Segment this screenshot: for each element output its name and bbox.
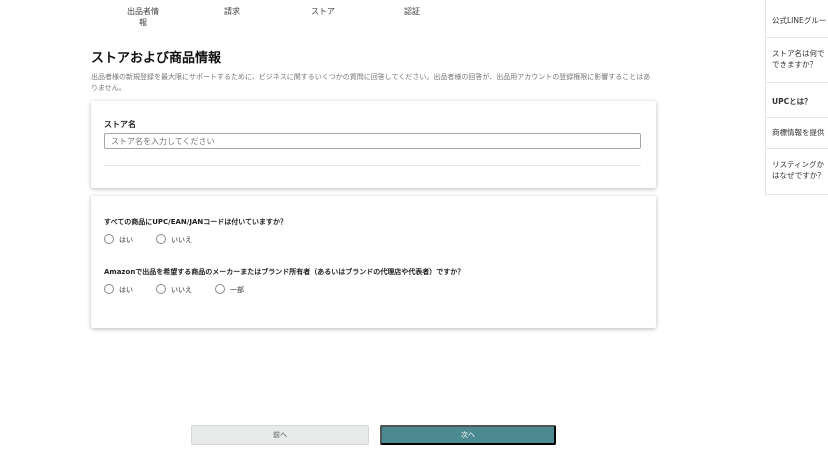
radio-label: いいえ [171, 236, 192, 244]
step-label: 出品者情 報 [127, 7, 159, 27]
sidebar-divider [766, 194, 828, 195]
sidebar-divider [766, 117, 828, 118]
radio-circle-icon[interactable] [104, 284, 114, 294]
step-label: 認証 [404, 7, 420, 16]
card-divider [104, 165, 641, 166]
sidebar-divider [766, 82, 828, 83]
store-name-card: ストア名 [91, 101, 656, 188]
radio-circle-icon[interactable] [215, 284, 225, 294]
step-seller-info[interactable]: 出品者情 報 [122, 6, 164, 28]
previous-button[interactable]: 前へ [191, 425, 369, 445]
step-label: 請求 [224, 7, 240, 16]
radio-label: はい [119, 236, 133, 244]
store-info-page: 出品者情 報 請求 ストア 認証 ストアおよび商品情報 出品者様の新規登録を最大… [0, 0, 828, 466]
sidebar-divider [766, 148, 828, 149]
help-link-listing[interactable]: リスティングか はなぜですか？ [772, 159, 828, 181]
brand-owner-question: Amazonで出品を希望する商品のメーカーまたはブランド所有者（あるいはブランド… [104, 268, 465, 276]
step-verification[interactable]: 認証 [397, 6, 427, 17]
page-description: 出品者様の新規登録を最大限にサポートするために、ビジネスに関するいくつかの質問に… [91, 73, 651, 92]
page-title: ストアおよび商品情報 [91, 51, 222, 66]
step-billing[interactable]: 請求 [217, 6, 247, 17]
help-sidebar: 公式LINEグルー ストア名は何で できますか？ UPCとは？ 商標情報を提供 … [765, 0, 828, 196]
radio-circle-icon[interactable] [156, 284, 166, 294]
step-store[interactable]: ストア [305, 6, 341, 17]
next-button[interactable]: 次へ [380, 425, 556, 445]
store-name-input[interactable] [104, 133, 641, 149]
help-link-line-group[interactable]: 公式LINEグルー [772, 15, 828, 26]
sidebar-divider [766, 37, 828, 38]
radio-circle-icon[interactable] [104, 234, 114, 244]
radio-label: いいえ [171, 286, 192, 294]
radio-label: はい [119, 286, 133, 294]
store-name-label: ストア名 [104, 120, 136, 129]
step-label: ストア [311, 7, 335, 16]
help-link-store-name[interactable]: ストア名は何で できますか？ [772, 48, 828, 70]
help-link-trademark[interactable]: 商標情報を提供 [772, 127, 828, 138]
registration-stepper: 出品者情 報 請求 ストア 認証 [105, 6, 485, 30]
help-link-upc[interactable]: UPCとは？ [772, 96, 828, 107]
radio-label: 一部 [230, 286, 244, 294]
upc-question: すべての商品にUPC/EAN/JANコードは付いていますか？ [104, 218, 288, 226]
radio-circle-icon[interactable] [156, 234, 166, 244]
product-questions-card: すべての商品にUPC/EAN/JANコードは付いていますか？ はい いいえ Am… [91, 196, 656, 328]
